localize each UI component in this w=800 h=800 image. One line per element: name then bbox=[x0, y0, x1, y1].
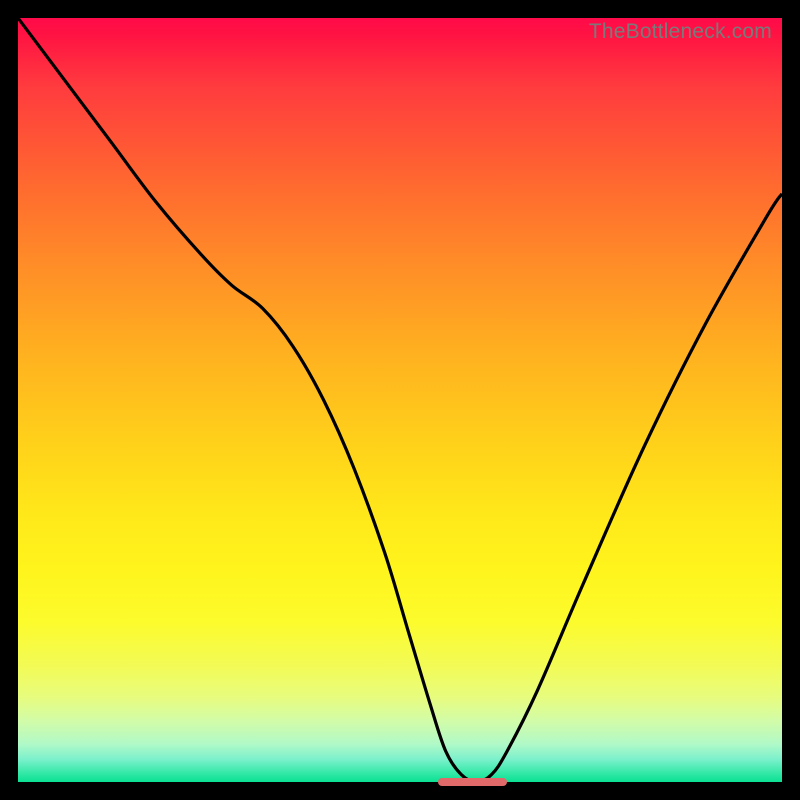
plot-area: TheBottleneck.com bbox=[18, 18, 782, 782]
bottleneck-curve bbox=[18, 18, 782, 782]
chart-frame: TheBottleneck.com bbox=[0, 0, 800, 800]
curve-path bbox=[18, 18, 782, 782]
optimum-marker bbox=[438, 778, 507, 786]
